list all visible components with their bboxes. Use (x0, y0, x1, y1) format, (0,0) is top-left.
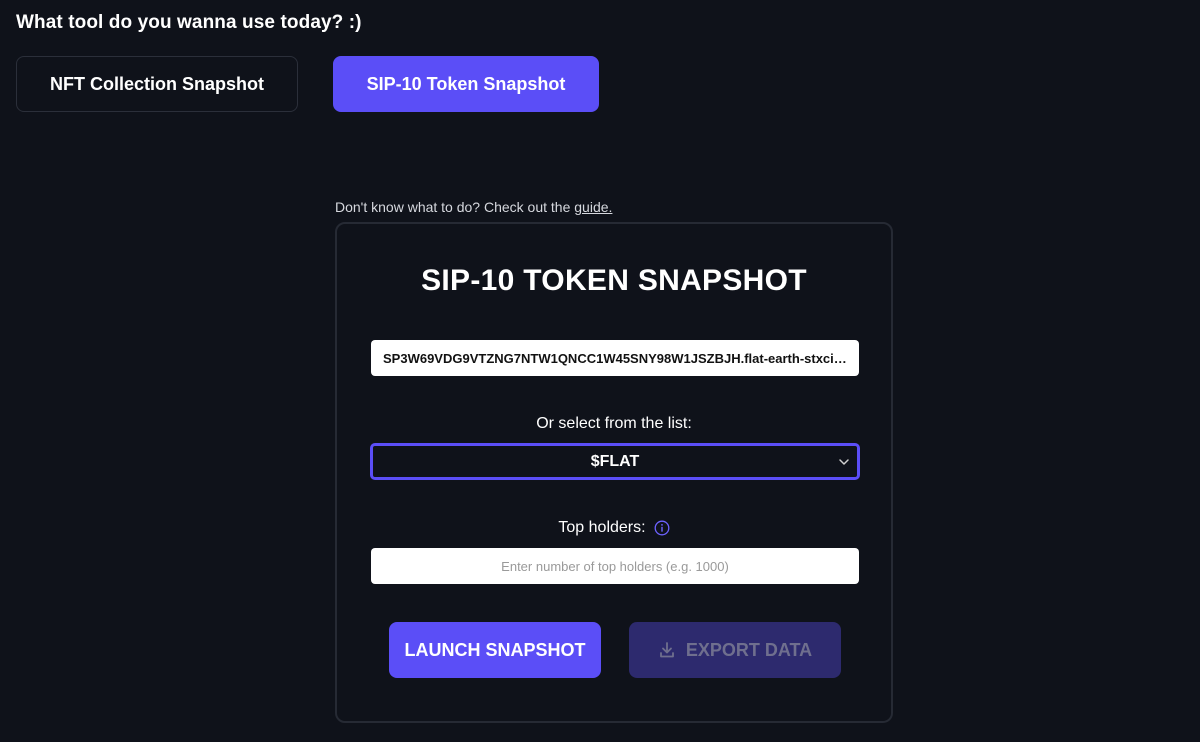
guide-hint: Don't know what to do? Check out the gui… (335, 199, 612, 215)
sip10-token-snapshot-button[interactable]: SIP-10 Token Snapshot (333, 56, 599, 112)
token-select-value: $FLAT (590, 452, 640, 470)
top-holders-input[interactable] (371, 548, 859, 584)
nft-collection-snapshot-button[interactable]: NFT Collection Snapshot (16, 56, 298, 112)
export-data-label: EXPORT DATA (685, 639, 813, 660)
info-icon[interactable] (654, 520, 670, 536)
snapshot-page: What tool do you wanna use today? :) NFT… (0, 0, 1200, 742)
download-icon (659, 642, 674, 658)
snapshot-card: SIP-10 TOKEN SNAPSHOT SP3W69VDG9VTZNG7NT… (335, 222, 893, 723)
guide-hint-text: Don't know what to do? Check out the (335, 199, 575, 215)
token-address-value: SP3W69VDG9VTZNG7NTW1QNCC1W45SNY98W1JSZBJ… (383, 350, 847, 366)
export-data-button[interactable]: EXPORT DATA (629, 622, 841, 678)
select-list-label: Or select from the list: (536, 415, 692, 432)
token-address-input[interactable]: SP3W69VDG9VTZNG7NTW1QNCC1W45SNY98W1JSZBJ… (371, 340, 859, 376)
guide-link[interactable]: guide. (574, 199, 612, 215)
tool-question: What tool do you wanna use today? :) (16, 12, 362, 33)
card-title: SIP-10 TOKEN SNAPSHOT (421, 264, 807, 297)
token-select[interactable]: $FLAT (370, 443, 860, 480)
launch-snapshot-button[interactable]: LAUNCH SNAPSHOT (389, 622, 601, 678)
top-holders-label-row: Top holders: (337, 519, 891, 537)
top-holders-label: Top holders: (558, 519, 646, 536)
chevron-down-icon (839, 458, 849, 465)
